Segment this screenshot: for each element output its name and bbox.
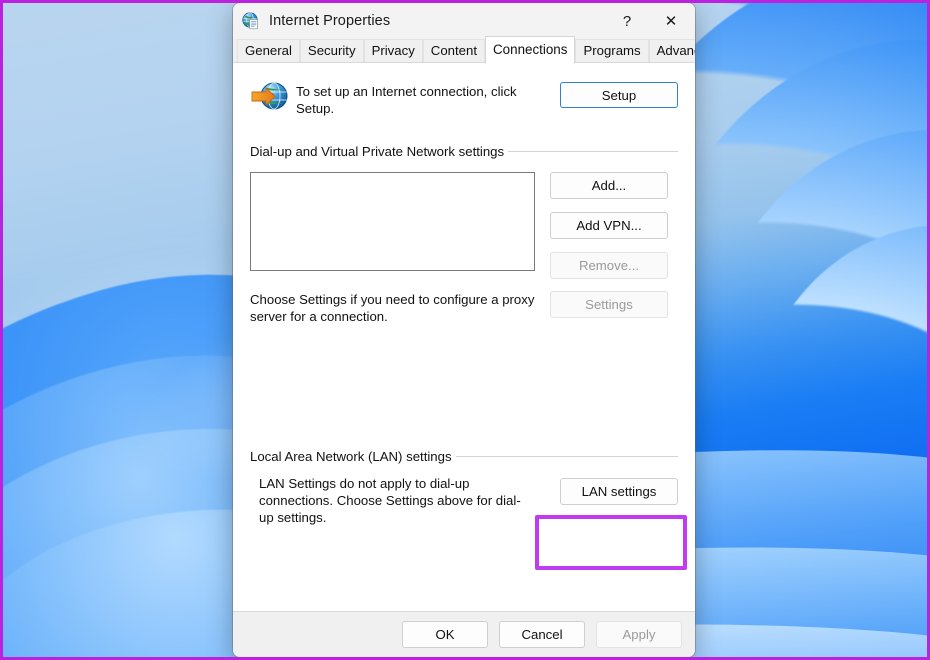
add-button[interactable]: Add... bbox=[550, 172, 668, 199]
lan-group-label: Local Area Network (LAN) settings bbox=[250, 449, 452, 464]
setup-button[interactable]: Setup bbox=[560, 82, 678, 108]
connections-tab-panel: To set up an Internet connection, click … bbox=[233, 62, 695, 611]
dialog-tabs: General Security Privacy Content Connect… bbox=[233, 36, 695, 64]
cancel-button[interactable]: Cancel bbox=[499, 621, 585, 648]
ok-button[interactable]: OK bbox=[402, 621, 488, 648]
lan-group-header: Local Area Network (LAN) settings bbox=[250, 449, 678, 464]
setup-section: To set up an Internet connection, click … bbox=[250, 81, 678, 117]
dialog-footer: OK Cancel Apply bbox=[233, 611, 695, 657]
dialog-title: Internet Properties bbox=[269, 13, 391, 29]
tab-advanced[interactable]: Advanced bbox=[648, 39, 695, 62]
tab-programs[interactable]: Programs bbox=[575, 39, 649, 62]
close-icon[interactable]: ✕ bbox=[649, 4, 693, 38]
help-button[interactable]: ? bbox=[605, 4, 649, 38]
dialup-group-label: Dial-up and Virtual Private Network sett… bbox=[250, 144, 505, 159]
tab-security[interactable]: Security bbox=[299, 39, 364, 62]
group-divider bbox=[455, 456, 678, 457]
connections-listbox[interactable] bbox=[250, 172, 535, 271]
setup-description: To set up an Internet connection, click … bbox=[296, 84, 517, 116]
add-vpn-button[interactable]: Add VPN... bbox=[550, 212, 668, 239]
proxy-description: Choose Settings if you need to configure… bbox=[250, 292, 535, 324]
proxy-row: Choose Settings if you need to configure… bbox=[250, 291, 678, 325]
lan-button-wrap: LAN settings bbox=[560, 478, 678, 505]
group-divider bbox=[508, 151, 678, 152]
lan-row: LAN Settings do not apply to dial-up con… bbox=[250, 475, 678, 526]
internet-properties-icon bbox=[242, 12, 260, 30]
globe-arrow-icon bbox=[250, 80, 292, 114]
dialup-listbox-row: Add... Add VPN... Remove... bbox=[250, 172, 678, 279]
tab-connections[interactable]: Connections bbox=[485, 36, 576, 64]
internet-properties-dialog: Internet Properties ? ✕ General Security… bbox=[233, 3, 695, 657]
tab-general[interactable]: General bbox=[237, 39, 300, 62]
dialup-group-header: Dial-up and Virtual Private Network sett… bbox=[250, 144, 678, 159]
tab-content[interactable]: Content bbox=[422, 39, 485, 62]
apply-button: Apply bbox=[596, 621, 682, 648]
dialup-buttons: Add... Add VPN... Remove... bbox=[550, 172, 678, 279]
tab-privacy[interactable]: Privacy bbox=[363, 39, 423, 62]
settings-button: Settings bbox=[550, 291, 668, 318]
dialog-titlebar: Internet Properties ? ✕ bbox=[233, 3, 695, 39]
remove-button: Remove... bbox=[550, 252, 668, 279]
lan-settings-button[interactable]: LAN settings bbox=[560, 478, 678, 505]
lan-description: LAN Settings do not apply to dial-up con… bbox=[259, 476, 521, 525]
